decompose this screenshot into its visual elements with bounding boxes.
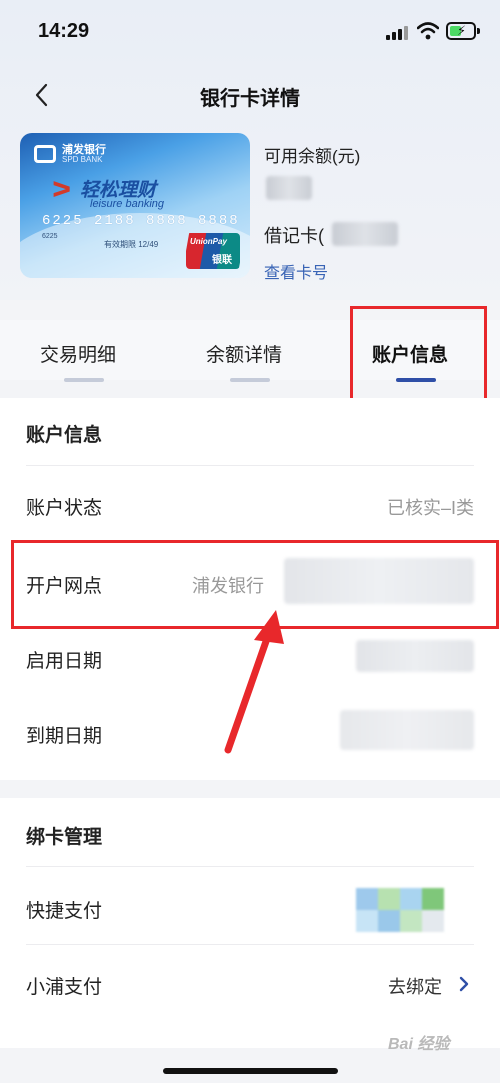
page-title: 银行卡详情 bbox=[200, 88, 300, 110]
battery-icon: ⚡ bbox=[446, 22, 480, 40]
spd-bank-logo-icon bbox=[34, 145, 56, 163]
debit-card-label: 借记卡( bbox=[264, 226, 324, 246]
card-number: 6225 2188 8888 8888 bbox=[42, 213, 240, 229]
quick-pay-value-blurred bbox=[356, 888, 474, 932]
expiry-date-blurred bbox=[340, 710, 474, 750]
start-date-blurred bbox=[356, 640, 474, 672]
wifi-icon bbox=[417, 22, 439, 40]
available-balance-label: 可用余额(元) bbox=[264, 147, 361, 166]
tab-indicator bbox=[230, 378, 270, 382]
row-value-account-status: 已核实–I类 bbox=[386, 498, 474, 518]
status-time: 14:29 bbox=[38, 20, 90, 42]
row-label-quick-pay: 快捷支付 bbox=[26, 901, 103, 922]
baidu-watermark: Bai 经验 bbox=[388, 1036, 450, 1053]
tab-transactions[interactable]: 交易明细 bbox=[40, 340, 116, 367]
card-sub-number: 6225 bbox=[42, 233, 58, 240]
view-card-number-link[interactable]: 查看卡号 bbox=[264, 259, 328, 283]
annotation-arrow-icon bbox=[224, 610, 284, 754]
runner-figure-icon: ᐳ bbox=[52, 177, 72, 202]
row-label-account-status: 账户状态 bbox=[26, 498, 103, 519]
unionpay-logo-icon: UnionPay 银联 bbox=[186, 233, 240, 269]
row-label-start-date: 启用日期 bbox=[26, 651, 103, 672]
card-tail-blurred bbox=[332, 222, 398, 246]
bank-card-image: 浦发银行 SPD BANK ᐳ 轻松理财 leisure banking 622… bbox=[20, 133, 250, 278]
status-bar: 14:29 ⚡ bbox=[0, 0, 500, 60]
cellular-signal-icon bbox=[386, 24, 408, 40]
section-title-binding: 绑卡管理 bbox=[26, 827, 103, 848]
chevron-right-icon[interactable] bbox=[458, 975, 470, 993]
tab-balance-details[interactable]: 余额详情 bbox=[206, 340, 282, 367]
balance-value-blurred bbox=[266, 176, 312, 200]
highlight-box-tab bbox=[350, 306, 487, 409]
card-expiry: 有效期限 12/49 bbox=[104, 240, 159, 249]
section-title-account-info: 账户信息 bbox=[26, 425, 103, 446]
home-indicator[interactable] bbox=[163, 1068, 338, 1074]
row-label-expiry-date: 到期日期 bbox=[26, 726, 103, 747]
card-product-name-en: leisure banking bbox=[90, 198, 164, 210]
row-label-xiaopu-pay: 小浦支付 bbox=[26, 977, 103, 998]
tab-indicator bbox=[64, 378, 104, 382]
unbind-link[interactable]: 去绑定 bbox=[388, 973, 442, 999]
card-bank-name-en: SPD BANK bbox=[62, 155, 103, 164]
